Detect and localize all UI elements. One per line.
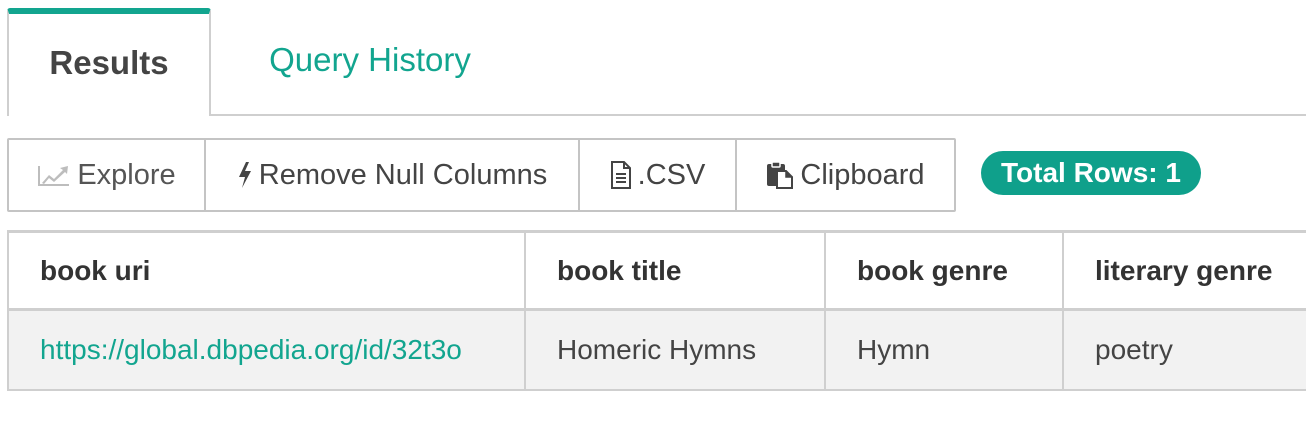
column-header-book-genre[interactable]: book genre	[824, 230, 1064, 311]
clipboard-label: Clipboard	[800, 158, 925, 191]
tabs-divider	[210, 114, 1306, 116]
tab-results-label: Results	[49, 44, 169, 81]
clipboard-button[interactable]: Clipboard	[737, 140, 954, 210]
remove-null-columns-label: Remove Null Columns	[258, 158, 548, 191]
results-table: book uri book title book genre literary …	[7, 230, 1306, 391]
column-header-literary-genre[interactable]: literary genre	[1062, 230, 1306, 311]
csv-export-label: .CSV	[637, 158, 706, 191]
cell-book-title: Homeric Hymns	[524, 309, 826, 391]
column-header-book-uri[interactable]: book uri	[7, 230, 526, 311]
results-tabs: Results Query History	[0, 0, 1306, 118]
csv-export-button[interactable]: .CSV	[580, 140, 737, 210]
line-chart-icon	[37, 163, 71, 187]
lightning-bolt-icon	[237, 161, 253, 189]
book-uri-link[interactable]: https://global.dbpedia.org/id/32t3o	[40, 334, 462, 365]
tab-query-history[interactable]: Query History	[211, 8, 529, 116]
tab-results[interactable]: Results	[7, 8, 211, 116]
column-header-book-title[interactable]: book title	[524, 230, 826, 311]
cell-literary-genre: poetry	[1062, 309, 1306, 391]
results-toolbar: Explore Remove Null Columns .CSV Clipboa…	[7, 138, 956, 212]
explore-label: Explore	[77, 158, 176, 191]
cell-book-uri: https://global.dbpedia.org/id/32t3o	[7, 309, 526, 391]
tab-query-history-label: Query History	[269, 41, 471, 78]
explore-button[interactable]: Explore	[9, 140, 206, 210]
total-rows-label: Total Rows: 1	[1001, 157, 1181, 188]
table-header-row: book uri book title book genre literary …	[7, 230, 1306, 311]
document-icon	[610, 161, 632, 189]
cell-book-genre: Hymn	[824, 309, 1064, 391]
total-rows-badge: Total Rows: 1	[981, 151, 1201, 195]
remove-null-columns-button[interactable]: Remove Null Columns	[206, 140, 580, 210]
clipboard-icon	[766, 161, 794, 189]
table-row: https://global.dbpedia.org/id/32t3o Home…	[7, 309, 1306, 391]
